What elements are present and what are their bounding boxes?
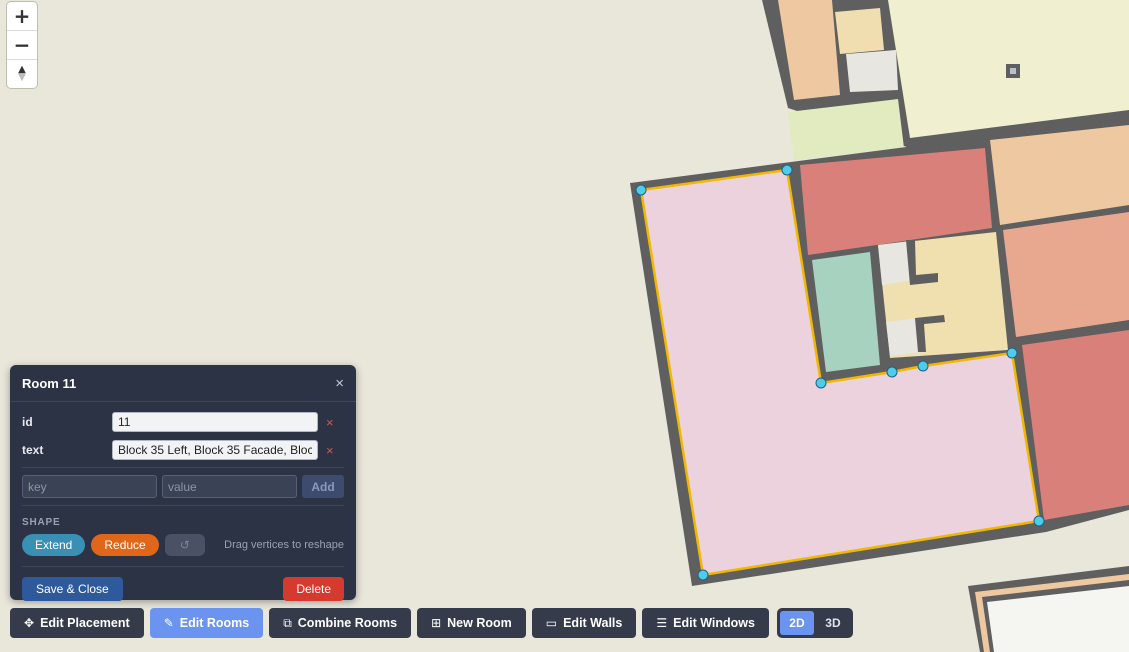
room-edit-panel: Room 11 × id × text × Add SHAPE Extend R… xyxy=(10,365,356,601)
property-key: text xyxy=(22,443,44,457)
edit-placement-button[interactable]: ✥ Edit Placement xyxy=(10,608,144,638)
undo-icon: ↺ xyxy=(179,538,190,552)
combine-icon: ⧉ xyxy=(283,615,292,630)
compass-button[interactable]: ▲ ▼ xyxy=(7,60,37,88)
vertex-handle[interactable] xyxy=(697,569,709,581)
compass-south-icon: ▼ xyxy=(18,72,26,83)
divider xyxy=(22,566,344,567)
vertex-handle[interactable] xyxy=(815,377,827,389)
window-icon: ☰ xyxy=(656,616,668,630)
edit-rooms-label: Edit Rooms xyxy=(179,616,250,630)
remove-property-icon[interactable]: × xyxy=(326,443,334,458)
divider xyxy=(22,505,344,506)
edit-walls-button[interactable]: ▭ Edit Walls xyxy=(531,608,637,638)
reshape-hint: Drag vertices to reshape xyxy=(224,539,344,551)
edit-windows-button[interactable]: ☰ Edit Windows xyxy=(642,608,769,638)
extend-button[interactable]: Extend xyxy=(22,534,86,556)
move-icon: ✥ xyxy=(24,616,35,630)
save-close-button[interactable]: Save & Close xyxy=(22,577,123,601)
property-row-id: id × xyxy=(10,408,356,436)
vertex-handle[interactable] xyxy=(635,184,647,196)
plus-square-icon: ⊞ xyxy=(431,616,442,630)
undo-button[interactable]: ↺ xyxy=(164,534,205,556)
vertex-handle[interactable] xyxy=(886,366,898,378)
building-bottom xyxy=(968,566,1129,652)
vertex-handle[interactable] xyxy=(917,360,929,372)
add-property-button[interactable]: Add xyxy=(302,475,344,498)
shape-controls: Extend Reduce ↺ Drag vertices to reshape xyxy=(10,532,356,558)
combine-rooms-label: Combine Rooms xyxy=(297,616,398,630)
add-property-row: Add xyxy=(10,471,356,502)
vertex-handle[interactable] xyxy=(1033,515,1045,527)
view-mode-toggle: 2D 3D xyxy=(776,608,853,638)
combine-rooms-button[interactable]: ⧉ Combine Rooms xyxy=(269,608,412,638)
edit-walls-label: Edit Walls xyxy=(563,616,623,630)
shape-section-label: SHAPE xyxy=(22,517,61,528)
property-row-text: text × xyxy=(10,436,356,464)
property-value-input[interactable] xyxy=(112,440,318,460)
panel-title: Room 11 xyxy=(22,375,77,391)
new-value-input[interactable] xyxy=(162,475,297,498)
remove-property-icon[interactable]: × xyxy=(326,415,334,430)
edit-placement-label: Edit Placement xyxy=(40,616,130,630)
panel-header: Room 11 × xyxy=(10,365,356,402)
mode-3d-button[interactable]: 3D xyxy=(816,611,850,635)
vertex-handle[interactable] xyxy=(781,164,793,176)
property-value-input[interactable] xyxy=(112,412,318,432)
edit-rooms-button[interactable]: ✎ Edit Rooms xyxy=(149,608,264,638)
vertex-handle[interactable] xyxy=(1006,347,1018,359)
wall-icon: ▭ xyxy=(545,616,558,630)
edit-windows-label: Edit Windows xyxy=(673,616,755,630)
mode-toolbar: ✥ Edit Placement ✎ Edit Rooms ⧉ Combine … xyxy=(10,608,853,638)
zoom-out-button[interactable]: − xyxy=(7,31,37,60)
new-room-button[interactable]: ⊞ New Room xyxy=(417,608,526,638)
pencil-icon: ✎ xyxy=(163,616,174,630)
reduce-button[interactable]: Reduce xyxy=(91,534,159,556)
property-key: id xyxy=(22,415,33,429)
new-key-input[interactable] xyxy=(22,475,157,498)
panel-footer: Save & Close Delete xyxy=(10,570,356,601)
close-icon[interactable]: × xyxy=(335,375,344,392)
divider xyxy=(22,467,344,468)
zoom-in-button[interactable]: + xyxy=(7,2,37,31)
mode-2d-button[interactable]: 2D xyxy=(779,611,814,635)
zoom-controls: + − ▲ ▼ xyxy=(7,2,37,88)
new-room-label: New Room xyxy=(447,616,512,630)
delete-button[interactable]: Delete xyxy=(283,577,344,601)
